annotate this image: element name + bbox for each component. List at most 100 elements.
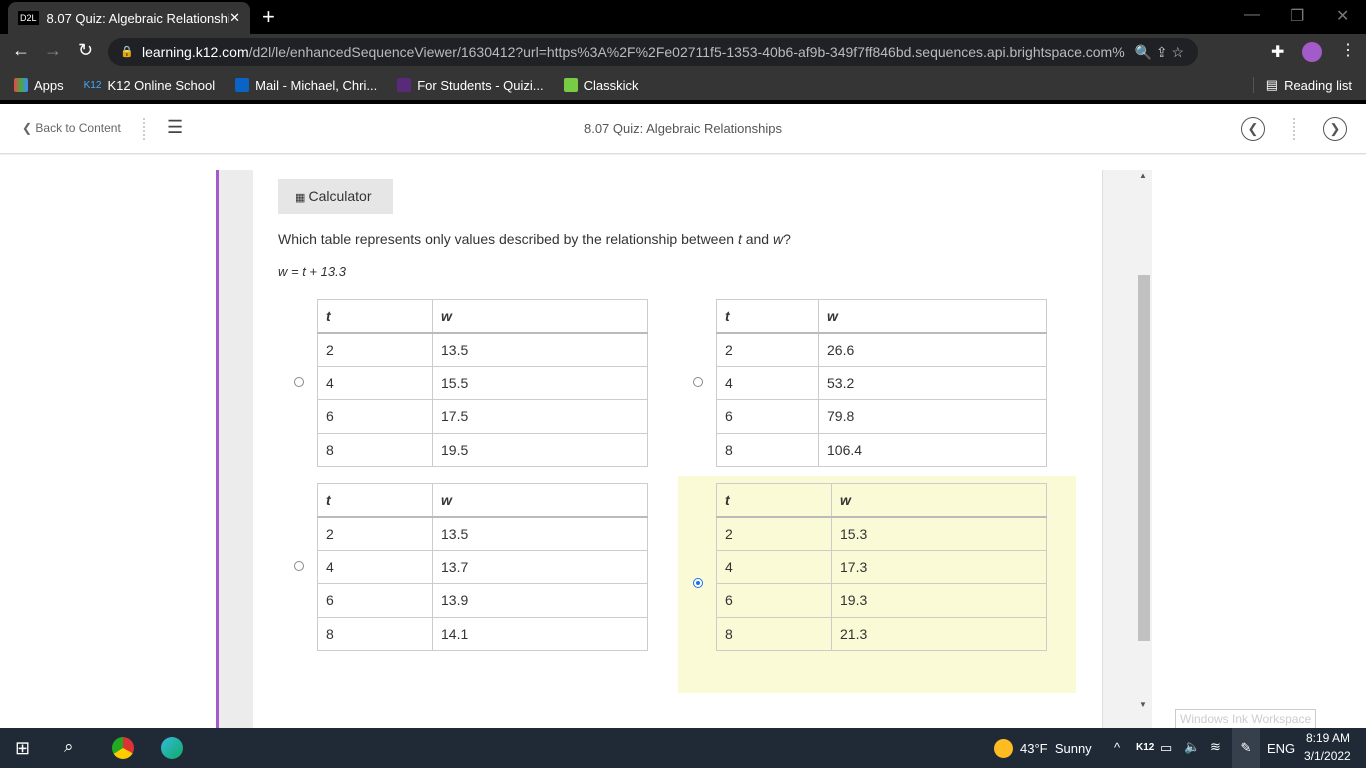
column-header: t bbox=[317, 482, 433, 518]
bookmark-k12[interactable]: K12 K12 Online School bbox=[84, 78, 215, 93]
option-table: t w 2 13.5 4 13.7 6 13.9 8 14.1 bbox=[317, 482, 648, 651]
content-topbar: ❮ Back to Content ☰ 8.07 Quiz: Algebraic… bbox=[0, 104, 1366, 154]
extensions-icon[interactable]: ✚ bbox=[1271, 42, 1284, 62]
table-row: 4 17.3 bbox=[716, 549, 1047, 585]
pen-icon[interactable]: ✎ bbox=[1232, 728, 1260, 768]
table-row: 6 13.9 bbox=[317, 583, 648, 618]
table-cell: 13.5 bbox=[432, 516, 648, 551]
new-tab-icon[interactable]: + bbox=[262, 4, 275, 30]
language-indicator[interactable]: ENG bbox=[1267, 741, 1295, 756]
tab-title: 8.07 Quiz: Algebraic Relationship bbox=[46, 10, 230, 26]
bookmark-classkick[interactable]: Classkick bbox=[563, 77, 639, 93]
table-cell: 19.3 bbox=[831, 583, 1047, 618]
option-radio[interactable] bbox=[693, 578, 703, 588]
table-cell: 6 bbox=[317, 583, 433, 618]
column-header: t bbox=[716, 298, 819, 334]
search-icon[interactable]: ⌕ bbox=[64, 737, 74, 757]
zoom-icon[interactable]: 🔍 ⇪ ☆ bbox=[1124, 38, 1184, 66]
hamburger-menu-icon[interactable]: ☰ bbox=[167, 117, 183, 138]
question-part: and bbox=[741, 231, 773, 247]
address-bar[interactable]: 🔒 learning.k12.com/d2l/le/enhancedSequen… bbox=[108, 38, 1198, 66]
scroll-up-icon[interactable]: ▲ bbox=[1139, 171, 1147, 180]
option-radio[interactable] bbox=[693, 377, 703, 387]
tab-strip: D2L 8.07 Quiz: Algebraic Relationship ✕ … bbox=[0, 0, 1366, 34]
bookmark-apps[interactable]: Apps bbox=[14, 78, 64, 93]
bookmark-label: Apps bbox=[34, 77, 64, 93]
forward-icon[interactable]: → bbox=[44, 40, 62, 61]
tray-chevron-icon[interactable]: ^ bbox=[1114, 740, 1120, 755]
table-cell: 13.7 bbox=[432, 549, 648, 585]
bookmark-quizizz[interactable]: For Students - Quizi... bbox=[397, 78, 544, 93]
edge-icon[interactable] bbox=[161, 737, 183, 759]
table-cell: 106.4 bbox=[818, 432, 1047, 467]
minimize-icon[interactable]: — bbox=[1244, 6, 1260, 24]
chrome-icon[interactable] bbox=[112, 737, 134, 759]
calculator-button[interactable]: ▦ Calculator bbox=[278, 179, 393, 214]
calculator-label: Calculator bbox=[308, 188, 372, 204]
menu-icon[interactable]: ⋮ bbox=[1340, 40, 1356, 60]
table-row: 2 13.5 bbox=[317, 332, 648, 367]
windows-start-icon[interactable]: ⊞ bbox=[15, 738, 30, 759]
next-icon[interactable]: ❯ bbox=[1323, 117, 1347, 141]
table-cell: 53.2 bbox=[818, 365, 1047, 401]
bookmark-mail[interactable]: Mail - Michael, Chri... bbox=[235, 78, 377, 93]
option-table: t w 2 15.3 4 17.3 6 19.3 8 21.3 bbox=[716, 482, 1047, 651]
bookmark-label: Classkick bbox=[583, 77, 639, 93]
table-cell: 17.5 bbox=[432, 399, 648, 434]
battery-icon[interactable]: ▭ bbox=[1160, 740, 1172, 756]
reading-list-label: Reading list bbox=[1284, 77, 1352, 93]
column-header: w bbox=[831, 482, 1047, 518]
profile-avatar[interactable] bbox=[1302, 42, 1322, 62]
option-table: t w 2 13.5 4 15.5 6 17.5 8 19.5 bbox=[317, 298, 648, 467]
clock-date[interactable]: 3/1/2022 bbox=[1304, 749, 1351, 763]
question-part: Which table represents only values descr… bbox=[278, 231, 738, 247]
close-tab-icon[interactable]: ✕ bbox=[229, 10, 240, 26]
table-cell: 4 bbox=[317, 365, 433, 401]
url-host: learning.k12.com bbox=[142, 44, 249, 60]
table-cell: 4 bbox=[716, 549, 832, 585]
weather-text[interactable]: 43°F Sunny bbox=[1020, 741, 1092, 756]
table-cell: 2 bbox=[716, 516, 832, 551]
divider bbox=[1293, 118, 1295, 140]
table-row: 8 21.3 bbox=[716, 616, 1047, 651]
calculator-icon: ▦ bbox=[295, 192, 309, 204]
table-row: 2 13.5 bbox=[317, 516, 648, 551]
table-header: tw bbox=[716, 482, 1047, 518]
gutter bbox=[219, 170, 253, 730]
tooltip: Windows Ink Workspace bbox=[1175, 709, 1317, 729]
browser-tab[interactable]: D2L 8.07 Quiz: Algebraic Relationship ✕ bbox=[8, 2, 250, 34]
back-icon[interactable]: ← bbox=[12, 40, 30, 61]
restore-icon[interactable]: ❐ bbox=[1290, 6, 1304, 26]
scrollbar-thumb[interactable] bbox=[1138, 275, 1150, 641]
table-cell: 19.5 bbox=[432, 432, 648, 467]
table-cell: 6 bbox=[716, 583, 832, 618]
bookmark-label: Mail - Michael, Chri... bbox=[255, 77, 378, 93]
column-header: t bbox=[317, 298, 433, 334]
column-header: w bbox=[432, 298, 648, 334]
table-header: tw bbox=[716, 298, 1047, 334]
close-window-icon[interactable]: ✕ bbox=[1336, 6, 1349, 26]
taskbar: ⊞ ⌕ 43°F Sunny ^ K12 ▭ 🔈 ≋ ✎ ENG 8:19 AM… bbox=[0, 728, 1366, 768]
clock-time[interactable]: 8:19 AM bbox=[1306, 731, 1350, 745]
table-cell: 13.9 bbox=[432, 583, 648, 618]
option-table: t w 2 26.6 4 53.2 6 79.8 8 106.4 bbox=[716, 298, 1047, 467]
table-cell: 8 bbox=[716, 616, 832, 651]
option-radio[interactable] bbox=[294, 377, 304, 387]
reading-list[interactable]: ▤ Reading list bbox=[1252, 77, 1352, 93]
volume-icon[interactable]: 🔈 bbox=[1184, 739, 1200, 755]
question-part: ? bbox=[783, 231, 791, 247]
previous-icon[interactable]: ❮ bbox=[1241, 117, 1265, 141]
table-cell: 6 bbox=[716, 399, 819, 434]
table-cell: 8 bbox=[317, 616, 433, 651]
option-radio[interactable] bbox=[294, 561, 304, 571]
wifi-icon[interactable]: ≋ bbox=[1210, 739, 1221, 755]
table-row: 8 14.1 bbox=[317, 616, 648, 651]
table-cell: 17.3 bbox=[831, 549, 1047, 585]
table-cell: 2 bbox=[317, 332, 433, 367]
reload-icon[interactable]: ↻ bbox=[78, 40, 93, 61]
quiz-frame: ▲ ▼ ▦ Calculator Which table represents … bbox=[0, 155, 1366, 730]
back-to-content-link[interactable]: ❮ Back to Content bbox=[22, 121, 121, 135]
scroll-down-icon[interactable]: ▼ bbox=[1139, 700, 1147, 709]
back-label: Back to Content bbox=[35, 121, 121, 135]
k12-tray[interactable]: K12 bbox=[1136, 742, 1154, 753]
